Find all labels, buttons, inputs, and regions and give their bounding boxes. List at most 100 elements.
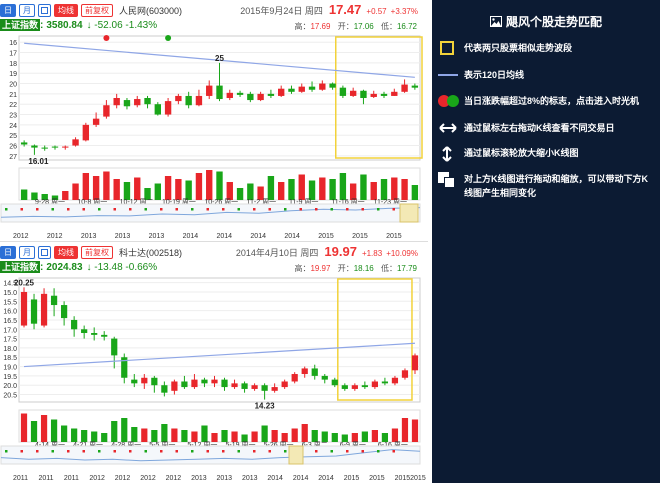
volume-bar (281, 433, 288, 442)
candle (61, 305, 68, 319)
high-value: 19.97 (310, 264, 331, 273)
bottom-panel-header: 日 月 均线 前复权 科士达(002518) 2014年4月10日 周四 19.… (0, 242, 428, 276)
volume-bar (331, 433, 338, 442)
legend-item-drag: 通过鼠标左右拖动K线查看不同交易日 (438, 121, 656, 135)
square-toggle-button[interactable] (38, 3, 51, 17)
candle (257, 93, 264, 101)
y-tick-label: 19 (9, 71, 17, 78)
candle (141, 377, 148, 384)
volume-bar (351, 433, 358, 442)
year-label: 2011 (64, 475, 79, 482)
low-value: 17.79 (396, 264, 417, 273)
candle (321, 375, 328, 380)
volume-bar (111, 421, 118, 442)
volume-bar (257, 186, 264, 200)
y-tick-label: 18 (9, 61, 17, 68)
year-label: 2014 (284, 233, 300, 240)
candle (241, 383, 248, 389)
top-kline-chart[interactable]: 2726252423222120191817162516.019-28 周一 10… (0, 34, 428, 241)
volume-bar (267, 176, 275, 200)
volume-bar (211, 433, 218, 442)
volume-bar (161, 424, 168, 442)
ma-toggle-button[interactable]: 均线 (54, 245, 78, 259)
limit-move-marker (165, 35, 172, 41)
square-toggle-button[interactable] (38, 245, 51, 259)
candle (206, 85, 213, 96)
candle (216, 85, 223, 100)
month-period-button[interactable]: 月 (19, 245, 35, 259)
navigator-marker (206, 208, 209, 211)
volume-bar (371, 430, 378, 442)
y-tick-label: 22 (9, 102, 17, 109)
year-label: 2015 (386, 233, 402, 240)
candle (349, 90, 357, 96)
navigator-marker (144, 208, 147, 211)
navigator-marker (82, 450, 85, 453)
volume-bar (103, 171, 110, 200)
navigator-marker (67, 208, 70, 211)
navigator-marker (284, 450, 287, 453)
navigator-marker (51, 450, 54, 453)
volume-bar (226, 182, 233, 200)
y-tick-label: 15.0 (3, 290, 17, 297)
candle (301, 368, 308, 375)
index-label: 上证指数 (0, 19, 41, 31)
candle (329, 83, 336, 88)
candle (271, 387, 278, 391)
navigator-marker (299, 208, 302, 211)
navigator-marker (377, 450, 380, 453)
navigator-marker (392, 450, 395, 453)
navigator-marker (20, 208, 23, 211)
candle (226, 92, 233, 98)
navigator-marker (222, 450, 225, 453)
y-tick-label: 21 (9, 92, 17, 99)
ma-toggle-button[interactable]: 均线 (54, 3, 78, 17)
index-value: 3580.84 (46, 19, 83, 31)
volume-bar (141, 428, 148, 442)
month-period-button[interactable]: 月 (19, 3, 35, 17)
volume-bar (401, 418, 409, 442)
y-tick-label: 18.5 (3, 355, 17, 362)
navigator-marker (113, 208, 116, 211)
bottom-kline-chart[interactable]: 20.5 20.0 19.5 19.0 18.5 18.0 17.5 17.0 16.5 16.0… (0, 276, 428, 484)
candle (191, 379, 198, 388)
high-value: 17.69 (310, 22, 331, 31)
navigator-marker (5, 450, 8, 453)
adjust-price-button[interactable]: 前复权 (81, 245, 113, 259)
day-period-button[interactable]: 日 (0, 3, 16, 17)
navigator-marker (315, 450, 318, 453)
navigator-marker (98, 208, 101, 211)
volume-bar (20, 413, 28, 442)
year-label: 2012 (166, 475, 182, 482)
day-period-button[interactable]: 日 (0, 245, 16, 259)
volume-bar (231, 431, 238, 442)
navigator-track (0, 203, 421, 223)
adjust-price-button[interactable]: 前复权 (81, 3, 113, 17)
volume-bar (20, 189, 28, 200)
navigator-marker (315, 208, 318, 211)
candle (381, 381, 389, 384)
candle (81, 329, 88, 334)
top-toolbar: 日 月 均线 前复权 人民网(603000) (0, 3, 182, 17)
navigator-marker (253, 208, 256, 211)
candle (82, 124, 90, 141)
candle (72, 139, 79, 146)
candle (411, 85, 419, 88)
navigator-marker (268, 208, 271, 211)
candle (30, 299, 38, 324)
candle (123, 100, 131, 107)
candle (221, 379, 228, 388)
candle (311, 368, 318, 376)
year-label: 2012 (115, 475, 131, 482)
volume-bar (321, 431, 328, 442)
volume-bar (271, 430, 278, 442)
peak-price-label: 20.25 (14, 278, 35, 287)
legend-text[interactable]: 当日涨跌幅超过8%的标志，点击进入时光机 (464, 94, 639, 108)
navigator-track (0, 445, 421, 465)
candle (62, 146, 69, 148)
volume-bar (311, 430, 318, 442)
candle (288, 88, 295, 92)
candle (401, 84, 408, 92)
y-tick-label: 20 (9, 82, 17, 89)
navigator-marker (330, 208, 333, 211)
